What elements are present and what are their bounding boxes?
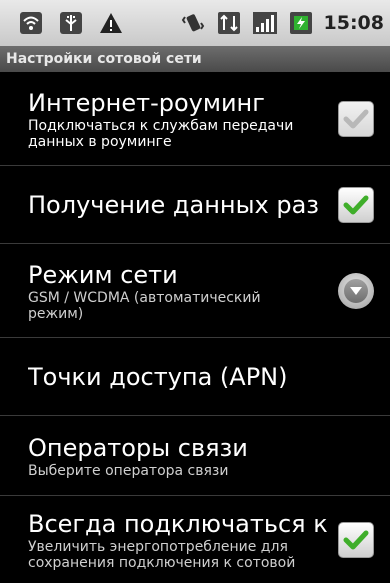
setting-summary: Подключаться к службам передачи данных в… (28, 117, 294, 150)
status-bar: 15:08 (0, 0, 390, 46)
setting-access-points[interactable]: Точки доступа (APN) (0, 338, 390, 416)
dropdown-arrow-icon (344, 278, 368, 303)
checkmark-icon (343, 530, 369, 550)
network-mode-dropdown[interactable] (338, 272, 374, 309)
setting-summary: Выберите оператора связи (28, 462, 229, 479)
setting-title: Интернет-роуминг (28, 88, 265, 117)
setting-always-connected[interactable]: Всегда подключаться к Увеличить энергопо… (0, 496, 390, 583)
setting-title: Операторы связи (28, 433, 248, 462)
settings-list: Интернет-роуминг Подключаться к службам … (0, 72, 390, 583)
usb-debug-icon (58, 10, 84, 36)
setting-summary: Увеличить энергопотребление для сохранен… (28, 539, 296, 571)
setting-title: Всегда подключаться к (28, 510, 328, 538)
clock: 15:08 (323, 12, 384, 34)
setting-title: Получение данных раз (28, 190, 320, 219)
setting-summary: GSM / WCDMA (автоматический режим) (28, 289, 261, 322)
setting-title: Точки доступа (APN) (28, 362, 288, 391)
battery-icon (288, 10, 314, 36)
roaming-checkbox[interactable] (338, 100, 374, 137)
setting-network-mode[interactable]: Режим сети GSM / WCDMA (автоматический р… (0, 244, 390, 338)
wifi-icon (18, 10, 44, 36)
signal-icon (252, 10, 278, 36)
setting-background-data[interactable]: Получение данных раз (0, 166, 390, 244)
checkmark-icon (343, 195, 369, 214)
setting-network-operators[interactable]: Операторы связи Выберите оператора связи (0, 416, 390, 496)
setting-title: Режим сети (28, 260, 178, 289)
network-type-icon (216, 10, 242, 36)
screen-title: Настройки сотовой сети (6, 51, 202, 67)
screen-title-bar: Настройки сотовой сети (0, 46, 390, 72)
always-connected-checkbox[interactable] (338, 522, 374, 558)
warning-icon (98, 10, 124, 36)
background-data-checkbox[interactable] (338, 186, 374, 223)
checkmark-icon (343, 109, 369, 128)
setting-data-roaming[interactable]: Интернет-роуминг Подключаться к службам … (0, 72, 390, 166)
vibrate-icon (180, 10, 206, 36)
